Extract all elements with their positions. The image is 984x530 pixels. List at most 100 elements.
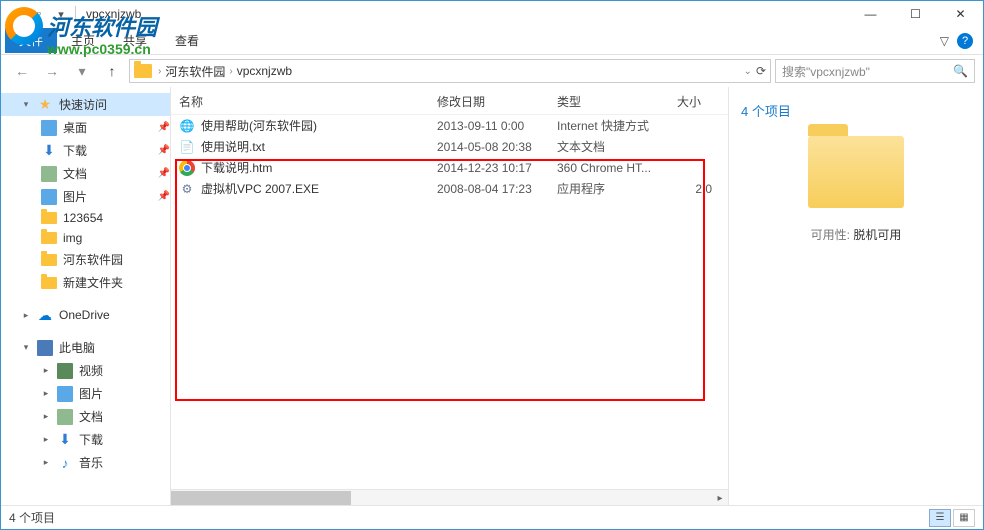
- minimize-button[interactable]: —: [848, 1, 893, 27]
- maximize-button[interactable]: ☐: [893, 1, 938, 27]
- folder-icon: [41, 277, 57, 289]
- breadcrumb-folder-icon: [134, 64, 152, 78]
- document-icon: [41, 166, 57, 182]
- music-icon: ♪: [57, 455, 73, 471]
- nav-up-button[interactable]: ↑: [99, 58, 125, 84]
- scrollbar-thumb[interactable]: [171, 491, 351, 505]
- exe-icon: ⚙: [179, 181, 195, 197]
- folder-icon: [41, 212, 57, 224]
- file-list-pane: 名称 修改日期 类型 大小 🌐 使用帮助(河东软件园) 2013-09-11 0…: [171, 87, 728, 505]
- close-button[interactable]: ✕: [938, 1, 983, 27]
- sidebar-item-pictures[interactable]: 图片📌: [1, 185, 170, 208]
- window-title: vpcxnjzwb: [86, 7, 141, 21]
- column-type[interactable]: 类型: [557, 93, 677, 110]
- chevron-down-icon[interactable]: ▾: [21, 342, 31, 353]
- view-icons-button[interactable]: ▦: [953, 509, 975, 527]
- ribbon-expand-icon[interactable]: ▽: [940, 34, 949, 48]
- search-icon[interactable]: 🔍: [953, 64, 968, 78]
- pin-icon: 📌: [158, 145, 170, 156]
- picture-icon: [57, 386, 73, 402]
- desktop-icon: [41, 120, 57, 136]
- qat-properties-icon[interactable]: ▣: [7, 4, 27, 24]
- navigation-sidebar: ▾ ★ 快速访问 桌面📌 ⬇下载📌 文档📌 图片📌 123654 img 河东软…: [1, 87, 171, 505]
- pin-icon: 📌: [158, 191, 170, 202]
- crumb-parent[interactable]: 河东软件园: [161, 63, 229, 80]
- video-icon: [57, 363, 73, 379]
- column-size[interactable]: 大小: [677, 93, 720, 110]
- column-headers: 名称 修改日期 类型 大小: [171, 87, 728, 115]
- chevron-right-icon[interactable]: ▸: [41, 434, 51, 445]
- sidebar-onedrive[interactable]: ▸☁OneDrive: [1, 304, 170, 326]
- chevron-down-icon[interactable]: ⌄: [744, 66, 752, 77]
- scroll-right-button[interactable]: ▸: [712, 490, 728, 506]
- qat-dropdown-icon[interactable]: ▾: [51, 4, 71, 24]
- sidebar-item-folder[interactable]: img: [1, 228, 170, 248]
- file-row[interactable]: ⚙ 虚拟机VPC 2007.EXE 2008-08-04 17:23 应用程序 …: [171, 178, 728, 199]
- picture-icon: [41, 189, 57, 205]
- text-file-icon: 📄: [179, 139, 195, 155]
- chrome-html-icon: [179, 160, 195, 176]
- breadcrumb-bar[interactable]: › 河东软件园 › vpcxnjzwb ⌄ ⟳: [129, 59, 771, 83]
- chevron-right-icon[interactable]: ▸: [41, 457, 51, 468]
- nav-forward-button[interactable]: →: [39, 58, 65, 84]
- help-icon[interactable]: ?: [957, 33, 973, 49]
- sidebar-item-downloads[interactable]: ⬇下载📌: [1, 139, 170, 162]
- file-row[interactable]: 🌐 使用帮助(河东软件园) 2013-09-11 0:00 Internet 快…: [171, 115, 728, 136]
- pin-icon: 📌: [158, 122, 170, 133]
- nav-recent-dropdown[interactable]: ▾: [69, 58, 95, 84]
- chevron-right-icon[interactable]: ▸: [41, 411, 51, 422]
- sidebar-quick-access[interactable]: ▾ ★ 快速访问: [1, 93, 170, 116]
- tab-home[interactable]: 主页: [57, 28, 109, 53]
- sidebar-item-videos[interactable]: ▸视频: [1, 359, 170, 382]
- address-bar: ← → ▾ ↑ › 河东软件园 › vpcxnjzwb ⌄ ⟳ 搜索"vpcxn…: [1, 55, 983, 87]
- chevron-right-icon[interactable]: ▸: [41, 388, 51, 399]
- internet-shortcut-icon: 🌐: [179, 118, 195, 134]
- sidebar-item-documents[interactable]: 文档📌: [1, 162, 170, 185]
- file-list[interactable]: 🌐 使用帮助(河东软件园) 2013-09-11 0:00 Internet 快…: [171, 115, 728, 489]
- search-input[interactable]: 搜索"vpcxnjzwb" 🔍: [775, 59, 975, 83]
- file-row[interactable]: 下载说明.htm 2014-12-23 10:17 360 Chrome HT.…: [171, 157, 728, 178]
- title-bar: ▣ ▫ ▾ vpcxnjzwb — ☐ ✕: [1, 1, 983, 27]
- horizontal-scrollbar[interactable]: ▸: [171, 489, 728, 505]
- column-date[interactable]: 修改日期: [437, 93, 557, 110]
- availability-value: 脱机可用: [853, 228, 901, 242]
- folder-icon: [41, 254, 57, 266]
- sidebar-item-downloads[interactable]: ▸⬇下载: [1, 428, 170, 451]
- search-placeholder: 搜索"vpcxnjzwb": [782, 63, 870, 80]
- chevron-right-icon[interactable]: ▸: [21, 310, 31, 321]
- chevron-down-icon[interactable]: ▾: [21, 99, 31, 110]
- sidebar-item-pictures[interactable]: ▸图片: [1, 382, 170, 405]
- folder-icon: [41, 232, 57, 244]
- download-icon: ⬇: [41, 143, 57, 159]
- availability-row: 可用性: 脱机可用: [741, 226, 971, 243]
- sidebar-this-pc[interactable]: ▾此电脑: [1, 336, 170, 359]
- pin-icon: 📌: [158, 168, 170, 179]
- view-details-button[interactable]: ☰: [929, 509, 951, 527]
- document-icon: [57, 409, 73, 425]
- sidebar-label: 快速访问: [59, 96, 107, 113]
- crumb-current[interactable]: vpcxnjzwb: [233, 64, 296, 78]
- file-row[interactable]: 📄 使用说明.txt 2014-05-08 20:38 文本文档: [171, 136, 728, 157]
- pc-icon: [37, 340, 53, 356]
- folder-preview-icon: [808, 136, 904, 208]
- sidebar-item-desktop[interactable]: 桌面📌: [1, 116, 170, 139]
- sidebar-item-folder[interactable]: 新建文件夹: [1, 271, 170, 294]
- tab-share[interactable]: 共享: [109, 28, 161, 53]
- sidebar-item-folder[interactable]: 123654: [1, 208, 170, 228]
- refresh-icon[interactable]: ⟳: [756, 64, 766, 78]
- sidebar-item-documents[interactable]: ▸文档: [1, 405, 170, 428]
- qat-newfolder-icon[interactable]: ▫: [29, 4, 49, 24]
- tab-view[interactable]: 查看: [161, 28, 213, 53]
- ribbon-tabs: 文件 主页 共享 查看 ▽ ?: [1, 27, 983, 55]
- column-name[interactable]: 名称: [179, 93, 437, 110]
- download-icon: ⬇: [57, 432, 73, 448]
- preview-pane: 4 个项目 可用性: 脱机可用: [728, 87, 983, 505]
- status-text: 4 个项目: [9, 509, 55, 526]
- sidebar-item-music[interactable]: ▸♪音乐: [1, 451, 170, 474]
- sidebar-item-folder[interactable]: 河东软件园: [1, 248, 170, 271]
- qat-separator: [75, 6, 76, 22]
- chevron-right-icon[interactable]: ▸: [41, 365, 51, 376]
- nav-back-button[interactable]: ←: [9, 58, 35, 84]
- file-tab[interactable]: 文件: [5, 28, 57, 53]
- star-icon: ★: [37, 97, 53, 113]
